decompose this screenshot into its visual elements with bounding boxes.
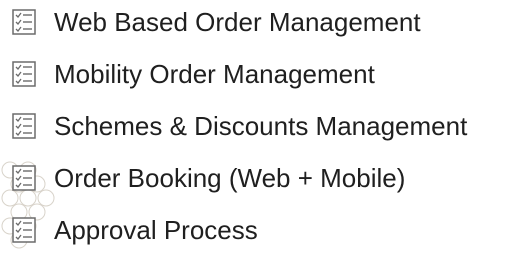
list-item-label: Approval Process [54, 215, 258, 245]
list-item-label: Schemes & Discounts Management [54, 111, 468, 141]
checklist-icon [12, 61, 36, 87]
checklist-icon [12, 9, 36, 35]
checklist-icon [12, 217, 36, 243]
list-item-label: Web Based Order Management [54, 7, 421, 37]
list-item-label: Mobility Order Management [54, 59, 375, 89]
checklist-icon [12, 165, 36, 191]
list-item-label: Order Booking (Web + Mobile) [54, 163, 406, 193]
checklist-icon [12, 113, 36, 139]
